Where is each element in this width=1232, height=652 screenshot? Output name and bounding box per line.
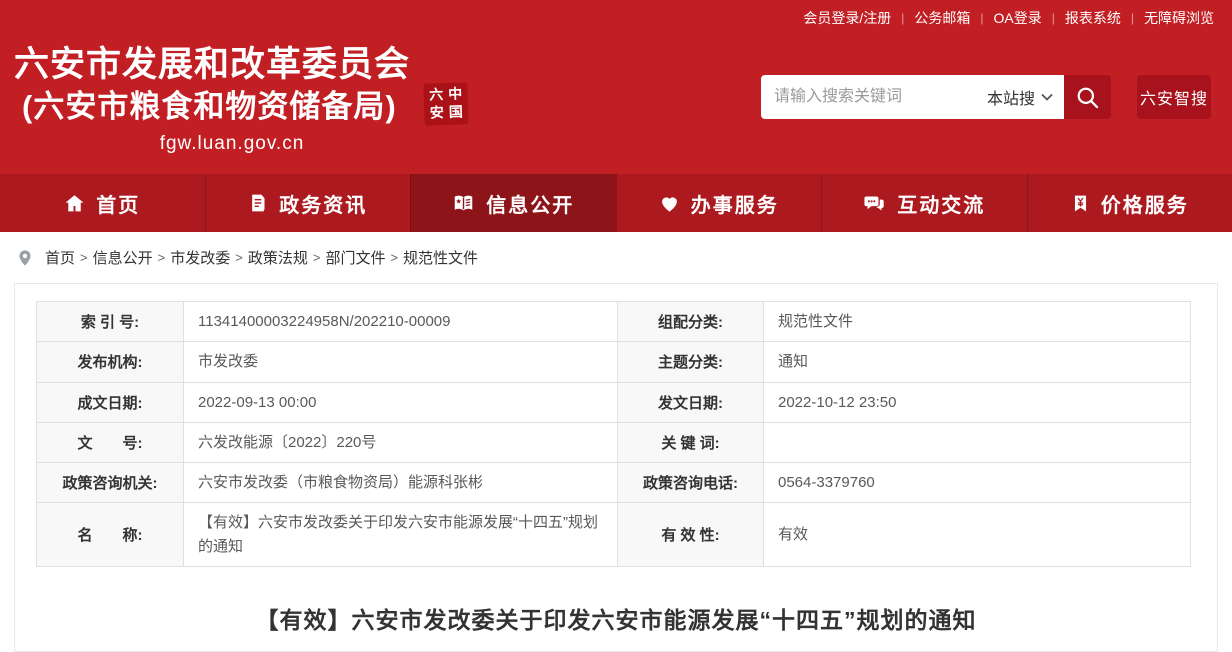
seal-char: 国 <box>449 104 464 121</box>
seal-char: 中 <box>448 86 463 103</box>
meta-label-consult-agency: 政策咨询机关: <box>37 463 184 503</box>
nav-label: 办事服务 <box>691 189 779 218</box>
meta-value-publish-date: 2022-10-12 23:50 <box>764 382 1191 422</box>
luan-china-seal-logo: 六 中 安 国 <box>423 82 468 126</box>
site-brand[interactable]: 六安市发展和改革委员会 (六安市粮食和物资储备局) fgw.luan.gov.c… <box>14 43 450 155</box>
search-input[interactable] <box>761 77 981 117</box>
search-scope-select[interactable]: 本站搜 <box>981 85 1065 109</box>
meta-label-title: 名 称: <box>37 503 184 567</box>
chat-bubbles-icon <box>863 193 886 214</box>
link-oa-login[interactable]: OA登录 <box>994 8 1042 28</box>
meta-label-keywords: 关 键 词: <box>618 422 764 462</box>
topbar-separator: | <box>1131 11 1134 25</box>
nav-item-services[interactable]: 办事服务 <box>616 174 822 232</box>
nav-label: 信息公开 <box>486 189 574 218</box>
site-title-line1: 六安市发展和改革委员会 <box>14 43 450 87</box>
meta-label-issuing-agency: 发布机构: <box>37 342 184 382</box>
link-member-login[interactable]: 会员登录/注册 <box>803 8 891 28</box>
crumb-ndrc[interactable]: 市发改委 <box>170 247 230 268</box>
chevron-down-icon <box>1041 93 1053 101</box>
meta-value-consult-agency: 六安市发改委（市粮食物资局）能源科张彬 <box>184 463 618 503</box>
content-panel: 索 引 号: 11341400003224958N/202210-00009 组… <box>14 283 1218 652</box>
meta-value-keywords <box>764 422 1191 462</box>
meta-label-publish-date: 发文日期: <box>618 382 764 422</box>
link-gov-mail[interactable]: 公务邮箱 <box>914 8 970 28</box>
breadcrumb: 首页 > 信息公开 > 市发改委 > 政策法规 > 部门文件 > 规范性文件 <box>0 232 1232 283</box>
meta-label-index-no: 索 引 号: <box>37 302 184 342</box>
page-title: 【有效】六安市发改委关于印发六安市能源发展“十四五”规划的通知 <box>15 601 1217 635</box>
search-area: 本站搜 六安智搜 <box>761 75 1211 119</box>
meta-label-group-category: 组配分类: <box>618 302 764 342</box>
meta-label-validity: 有 效 性: <box>618 503 764 567</box>
meta-value-topic-category: 通知 <box>764 342 1191 382</box>
link-report-system[interactable]: 报表系统 <box>1065 8 1121 28</box>
meta-value-title: 【有效】六安市发改委关于印发六安市能源发展“十四五”规划的通知 <box>184 503 618 567</box>
table-row: 发布机构: 市发改委 主题分类: 通知 <box>37 342 1191 382</box>
site-domain: fgw.luan.gov.cn <box>14 133 450 155</box>
nav-label: 政务资讯 <box>279 189 367 218</box>
price-bookmark-icon <box>1071 193 1090 214</box>
seal-char: 六 <box>429 87 444 104</box>
nav-label: 首页 <box>96 189 140 218</box>
crumb-separator: > <box>390 250 398 265</box>
topbar-separator: | <box>980 11 983 25</box>
meta-label-topic-category: 主题分类: <box>618 342 764 382</box>
nav-item-info-disclosure[interactable]: 信息公开 <box>410 174 616 232</box>
nav-item-interaction[interactable]: 互动交流 <box>821 174 1027 232</box>
topbar-separator: | <box>1052 11 1055 25</box>
crumb-separator: > <box>158 250 166 265</box>
nav-item-gov-news[interactable]: 政务资讯 <box>205 174 411 232</box>
open-book-icon <box>452 193 475 214</box>
meta-value-doc-number: 六发改能源〔2022〕220号 <box>184 422 618 462</box>
meta-value-validity: 有效 <box>764 503 1191 567</box>
document-icon <box>248 193 268 213</box>
home-icon <box>64 193 85 214</box>
meta-label-doc-number: 文 号: <box>37 422 184 462</box>
crumb-info-disclosure[interactable]: 信息公开 <box>93 247 153 268</box>
meta-value-written-date: 2022-09-13 00:00 <box>184 382 618 422</box>
table-row: 成文日期: 2022-09-13 00:00 发文日期: 2022-10-12 … <box>37 382 1191 422</box>
search-button[interactable] <box>1064 75 1111 119</box>
table-row: 文 号: 六发改能源〔2022〕220号 关 键 词: <box>37 422 1191 462</box>
search-scope-label: 本站搜 <box>987 85 1035 109</box>
search-icon <box>1074 84 1101 111</box>
nav-label: 互动交流 <box>897 189 985 218</box>
meta-value-group-category: 规范性文件 <box>764 302 1191 342</box>
crumb-separator: > <box>80 250 88 265</box>
crumb-policies[interactable]: 政策法规 <box>248 247 308 268</box>
main-nav: 首页 政务资讯 信息公开 办事服务 <box>0 174 1232 232</box>
location-pin-icon <box>16 249 34 267</box>
nav-item-home[interactable]: 首页 <box>0 174 205 232</box>
crumb-separator: > <box>235 250 243 265</box>
meta-value-issuing-agency: 市发改委 <box>184 342 618 382</box>
meta-value-consult-phone: 0564-3379760 <box>764 463 1191 503</box>
meta-value-index-no: 11341400003224958N/202210-00009 <box>184 302 618 342</box>
table-row: 政策咨询机关: 六安市发改委（市粮食物资局）能源科张彬 政策咨询电话: 0564… <box>37 463 1191 503</box>
meta-label-consult-phone: 政策咨询电话: <box>618 463 764 503</box>
heart-icon <box>659 193 680 214</box>
site-title-line2: (六安市粮食和物资储备局) <box>14 87 450 127</box>
topbar-separator: | <box>901 11 904 25</box>
smart-search-button[interactable]: 六安智搜 <box>1137 75 1211 119</box>
nav-item-price-services[interactable]: 价格服务 <box>1027 174 1232 232</box>
nav-label: 价格服务 <box>1101 189 1189 218</box>
link-accessibility[interactable]: 无障碍浏览 <box>1144 8 1214 28</box>
table-row: 索 引 号: 11341400003224958N/202210-00009 组… <box>37 302 1191 342</box>
document-meta-table: 索 引 号: 11341400003224958N/202210-00009 组… <box>36 301 1191 567</box>
crumb-home[interactable]: 首页 <box>45 247 75 268</box>
table-row: 名 称: 【有效】六安市发改委关于印发六安市能源发展“十四五”规划的通知 有 效… <box>37 503 1191 567</box>
crumb-separator: > <box>313 250 321 265</box>
site-header: 六安市发展和改革委员会 (六安市粮食和物资储备局) fgw.luan.gov.c… <box>0 35 1232 174</box>
meta-label-written-date: 成文日期: <box>37 382 184 422</box>
search-box: 本站搜 <box>761 75 1064 119</box>
seal-char: 安 <box>430 105 445 122</box>
crumb-normative-files[interactable]: 规范性文件 <box>403 247 478 268</box>
crumb-dept-files[interactable]: 部门文件 <box>325 247 385 268</box>
top-utility-bar: 会员登录/注册 | 公务邮箱 | OA登录 | 报表系统 | 无障碍浏览 <box>0 0 1232 35</box>
